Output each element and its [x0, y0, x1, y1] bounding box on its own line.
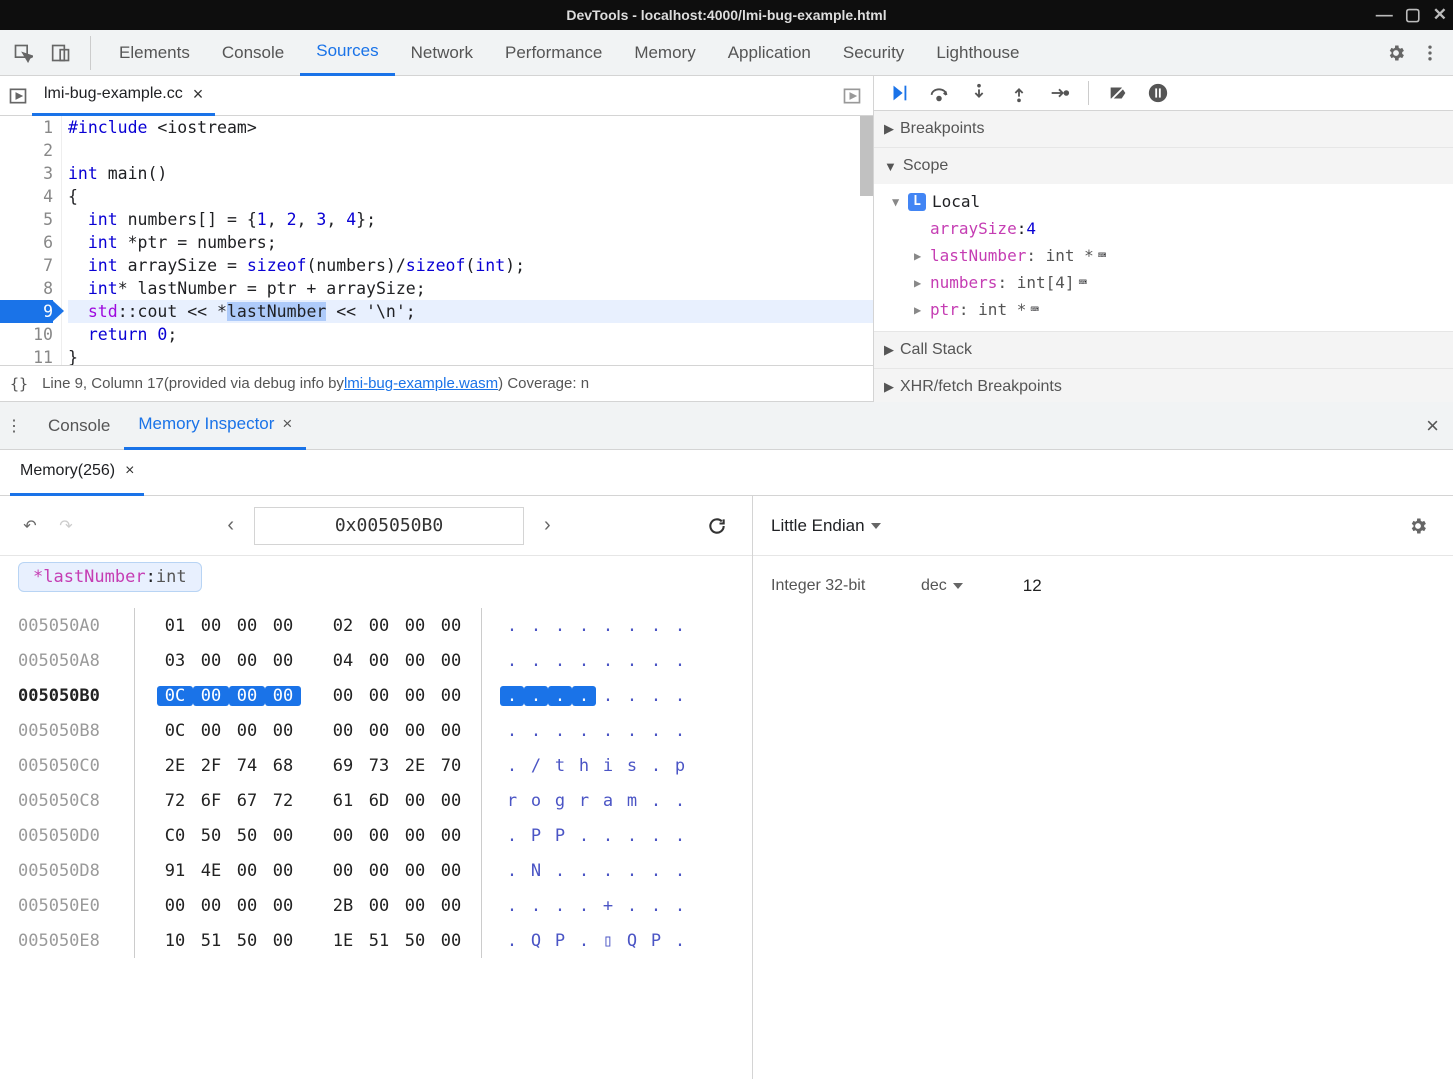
memory-toolbar: ↶ ↷ ‹ ›	[0, 496, 752, 556]
close-drawer-icon[interactable]: ×	[282, 414, 292, 434]
callstack-header[interactable]: ▶Call Stack	[874, 332, 1453, 368]
tab-lighthouse[interactable]: Lighthouse	[920, 30, 1035, 76]
value-display: 12	[1023, 576, 1042, 596]
memory-tab[interactable]: Memory(256)×	[10, 450, 144, 496]
scope-local[interactable]: ▼LLocal	[874, 188, 1453, 215]
pretty-print-icon[interactable]: {}	[10, 375, 28, 393]
memory-settings-icon[interactable]	[1401, 509, 1435, 543]
file-tabstrip: lmi-bug-example.cc ×	[0, 76, 873, 116]
drawer-memory-inspector[interactable]: Memory Inspector×	[124, 402, 306, 450]
resume-icon[interactable]	[882, 76, 916, 110]
xhr-header[interactable]: ▶XHR/fetch Breakpoints	[874, 369, 1453, 405]
prev-address-icon[interactable]: ‹	[219, 514, 242, 537]
tab-elements[interactable]: Elements	[103, 30, 206, 76]
window-title: DevTools - localhost:4000/lmi-bug-exampl…	[566, 7, 886, 23]
endian-dropdown[interactable]: Little Endian	[771, 516, 881, 536]
code-editor[interactable]: 123456789101112 #include <iostream>int m…	[0, 116, 873, 365]
inspect-icon[interactable]	[6, 36, 40, 70]
endianness-row: Little Endian	[753, 496, 1453, 556]
tab-application[interactable]: Application	[712, 30, 827, 76]
value-row: Integer 32-bit dec 12	[753, 556, 1453, 616]
settings-icon[interactable]	[1379, 36, 1413, 70]
step-icon[interactable]	[1042, 76, 1076, 110]
memory-tabstrip: Memory(256)×	[0, 450, 1453, 496]
tab-memory[interactable]: Memory	[618, 30, 711, 76]
memory-filter-chip[interactable]: *lastNumber: int	[18, 562, 202, 592]
main-toolbar: Elements Console Sources Network Perform…	[0, 30, 1453, 76]
maximize-icon[interactable]: ▢	[1405, 5, 1421, 25]
format-dropdown[interactable]: dec	[921, 577, 963, 595]
close-window-icon[interactable]: ✕	[1433, 5, 1447, 25]
status-line: {} Line 9, Column 17 (provided via debug…	[0, 365, 873, 401]
debug-toolbar	[874, 76, 1453, 111]
tab-security[interactable]: Security	[827, 30, 920, 76]
drawer-close-icon[interactable]: ×	[1418, 413, 1447, 439]
scope-var[interactable]: ▶numbers: int[4]⌨	[874, 269, 1453, 296]
scope-var[interactable]: ▶ptr: int *⌨	[874, 296, 1453, 323]
scope-var[interactable]: ▶lastNumber: int *⌨	[874, 242, 1453, 269]
more-menu-icon[interactable]	[1413, 36, 1447, 70]
next-address-icon[interactable]: ›	[536, 514, 559, 537]
stepinto-icon[interactable]	[962, 76, 996, 110]
breakpoints-header[interactable]: ▶Breakpoints	[874, 111, 1453, 147]
tab-network[interactable]: Network	[395, 30, 489, 76]
cursor-pos: Line 9, Column 17	[42, 375, 164, 392]
pause-on-exc-icon[interactable]	[1141, 76, 1175, 110]
hex-viewer[interactable]: 005050A00100000002000000........005050A8…	[0, 598, 752, 968]
deactivate-breakpoints-icon[interactable]	[1101, 76, 1135, 110]
scope-header[interactable]: ▼Scope	[874, 148, 1453, 184]
tab-sources[interactable]: Sources	[300, 30, 394, 76]
tab-console[interactable]: Console	[206, 30, 300, 76]
redo-icon[interactable]: ↷	[54, 509, 78, 543]
drawer-console[interactable]: Console	[34, 402, 124, 450]
close-memory-tab-icon[interactable]: ×	[125, 462, 134, 480]
memory-filter: *lastNumber: int	[0, 556, 752, 598]
value-type: Integer 32-bit	[771, 577, 921, 595]
file-tab[interactable]: lmi-bug-example.cc ×	[32, 76, 215, 116]
refresh-icon[interactable]	[700, 509, 734, 543]
code-scrollbar[interactable]	[860, 116, 873, 196]
undo-icon[interactable]: ↶	[18, 509, 42, 543]
titlebar: DevTools - localhost:4000/lmi-bug-exampl…	[0, 0, 1453, 30]
stepover-icon[interactable]	[922, 76, 956, 110]
scope-body: ▼LLocal arraySize: 4▶lastNumber: int *⌨▶…	[874, 184, 1453, 331]
scope-var[interactable]: arraySize: 4	[874, 215, 1453, 242]
drawer-tabstrip: ⋮ Console Memory Inspector× ×	[0, 402, 1453, 450]
file-name: lmi-bug-example.cc	[44, 85, 183, 103]
run-file-icon[interactable]	[835, 79, 869, 113]
close-file-icon[interactable]: ×	[193, 84, 204, 105]
address-input[interactable]	[254, 507, 524, 545]
device-mode-icon[interactable]	[44, 36, 78, 70]
tab-performance[interactable]: Performance	[489, 30, 618, 76]
drawer-menu-icon[interactable]: ⋮	[6, 416, 22, 436]
minimize-icon[interactable]: —	[1376, 5, 1393, 25]
run-snippet-icon[interactable]	[4, 79, 32, 113]
stepout-icon[interactable]	[1002, 76, 1036, 110]
debuginfo-link[interactable]: lmi-bug-example.wasm	[344, 375, 498, 392]
